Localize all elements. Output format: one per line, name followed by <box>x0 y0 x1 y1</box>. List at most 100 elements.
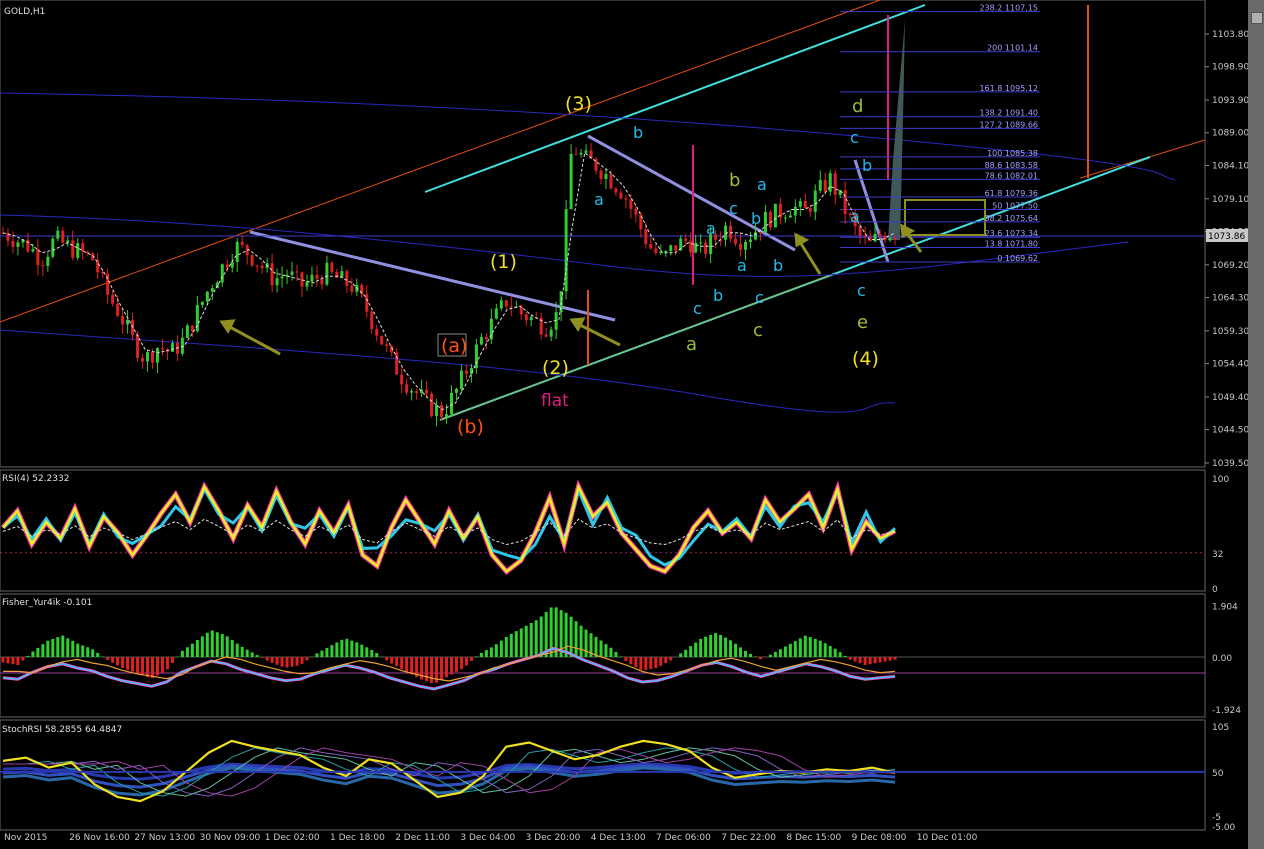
fisher-bar <box>469 657 473 661</box>
candle-body <box>574 153 578 155</box>
fisher-bar <box>758 657 762 660</box>
time-tick-label: 2 Dec 11:00 <box>395 833 450 843</box>
upper-trend-line <box>0 0 881 323</box>
candle-body <box>260 265 264 269</box>
stochrsi-scale-label: -5.00 <box>1212 823 1236 833</box>
candle-body <box>11 240 15 247</box>
fisher-bar <box>180 650 184 657</box>
fisher-bar <box>803 635 807 657</box>
candle-body <box>280 276 284 279</box>
candle-body <box>748 239 752 242</box>
fisher-bar <box>26 655 30 657</box>
candle-body <box>126 319 130 325</box>
fisher-bar <box>340 639 344 657</box>
price-tick-label: 1049.40 <box>1212 393 1248 403</box>
fisher-bar <box>748 653 752 657</box>
fisher-bar <box>390 657 394 664</box>
candle-body <box>604 173 608 179</box>
fisher-bar <box>499 640 503 657</box>
candle-body <box>415 391 419 394</box>
wave-label-a-cyan-1: a <box>594 190 604 209</box>
fisher-bar <box>798 638 802 657</box>
candle-body <box>36 249 40 266</box>
fisher-bar <box>484 650 488 657</box>
fisher-bar <box>594 636 598 657</box>
channel-upper-line <box>424 4 926 193</box>
fisher-bar <box>1 657 5 663</box>
chart-canvas[interactable]: 238.2 1107.15 200 1101.14 161.8 1095.12 138… <box>0 0 1248 849</box>
fisher-bar <box>410 657 414 675</box>
fisher-bar <box>270 657 274 663</box>
fisher-pane-frame <box>0 593 1206 718</box>
fisher-bar <box>190 643 194 657</box>
olive-arrows <box>219 223 923 356</box>
fisher-bar <box>235 643 239 657</box>
fisher-bar <box>21 657 25 661</box>
fisher-bar <box>405 657 409 672</box>
rsi-pane: 100 32 0 <box>0 475 1229 595</box>
strip-button[interactable] <box>1251 12 1263 24</box>
fisher-bar <box>96 652 100 657</box>
fisher-bar <box>858 657 862 664</box>
time-tick-label: 10 Dec 01:00 <box>917 833 978 843</box>
candle-body <box>305 281 309 287</box>
rsi-scale-label: 32 <box>1212 550 1223 560</box>
candle-body <box>883 235 887 241</box>
fisher-bar <box>260 657 264 658</box>
fisher-bar <box>449 657 453 675</box>
candle-body <box>365 294 369 312</box>
fisher-bar <box>634 657 638 668</box>
fisher-bar <box>873 657 877 664</box>
fisher-scale-label: -1.924 <box>1212 706 1241 716</box>
target-box <box>904 199 986 236</box>
fisher-bar <box>604 644 608 657</box>
time-tick-label: 1 Dec 02:00 <box>265 833 320 843</box>
fisher-bar <box>131 657 135 672</box>
time-tick-label: 30 Nov 09:00 <box>200 833 261 843</box>
fisher-bar <box>729 640 733 657</box>
candle-body <box>773 203 777 228</box>
candle-body <box>823 179 827 192</box>
fisher-bar <box>300 657 304 664</box>
fisher-bar <box>838 652 842 657</box>
fisher-bar <box>116 657 120 666</box>
fisher-bar <box>644 657 648 670</box>
fisher-bar <box>395 657 399 667</box>
fisher-bar <box>225 636 229 657</box>
candle-body <box>734 238 738 244</box>
candle-body <box>634 208 638 215</box>
wave-label-b-cyan-4: b <box>773 256 783 275</box>
wave-label-3: (3) <box>565 93 592 115</box>
candle-body <box>295 271 299 273</box>
fisher-bar <box>768 654 772 657</box>
fisher-bar <box>350 640 354 657</box>
fisher-bar <box>365 647 369 657</box>
arrow-2 <box>577 322 621 347</box>
mt4-chart-window[interactable]: 238.2 1107.15 200 1101.14 161.8 1095.12 138… <box>0 0 1264 849</box>
candle-body <box>624 198 628 200</box>
fisher-bar <box>46 640 50 657</box>
fisher-bar <box>400 657 404 670</box>
fisher-bar <box>250 652 254 657</box>
candle-body <box>599 170 603 179</box>
fisher-bar <box>136 657 140 674</box>
fisher-bar <box>684 649 688 657</box>
right-scroll-strip[interactable] <box>1248 0 1264 849</box>
candle-body <box>136 334 140 358</box>
time-tick-label: 3 Dec 04:00 <box>460 833 515 843</box>
fisher-bar <box>315 653 319 657</box>
candle-body <box>330 262 334 273</box>
fisher-bar <box>504 636 508 657</box>
candle-body <box>704 242 708 254</box>
candle-body <box>454 389 458 393</box>
candle-body <box>46 256 50 266</box>
fisher-bar <box>106 657 110 661</box>
wave-label-b-cyan-2: b <box>713 286 723 305</box>
fisher-bar <box>888 657 892 661</box>
stochrsi-scale-label: -5 <box>1212 813 1221 823</box>
time-tick-label: 1 Dec 18:00 <box>330 833 385 843</box>
candle-body <box>300 272 304 287</box>
fisher-bar <box>146 657 150 678</box>
fisher-bar <box>255 655 259 657</box>
fisher-bar <box>205 632 209 657</box>
